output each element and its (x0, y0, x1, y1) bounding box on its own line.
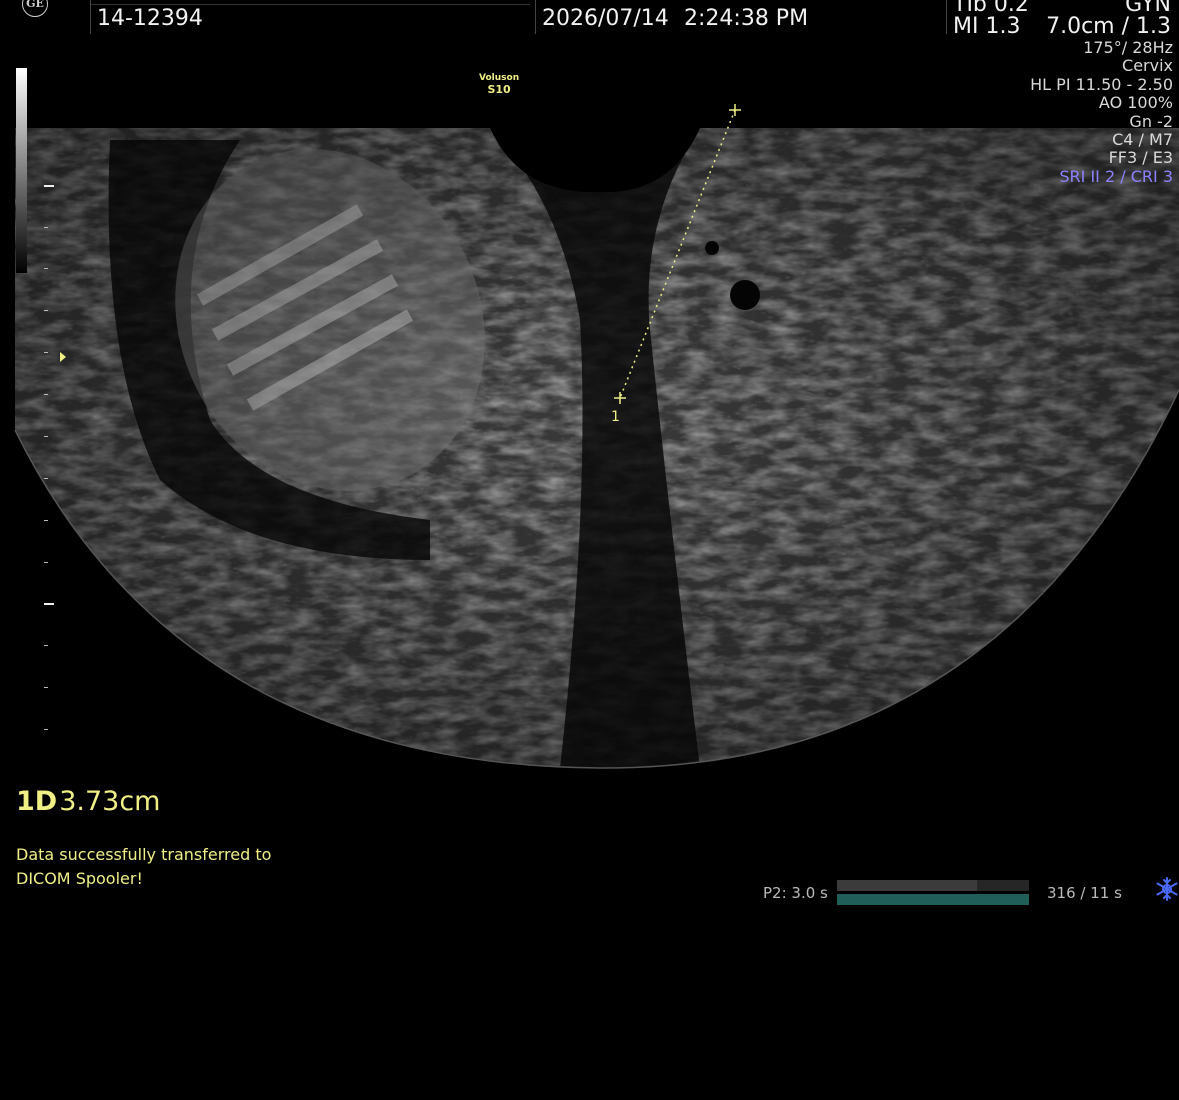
status-line1: Data successfully transferred to (16, 845, 272, 864)
filter-value: FF3 / E3 (1108, 148, 1173, 168)
cine-frame-count: 316 / 11 s (1047, 884, 1122, 902)
ge-logo-icon: GE (22, 0, 48, 17)
sri-value: SRI II 2 / CRI 3 (1059, 166, 1173, 186)
measurement-index: 1 (16, 786, 35, 817)
brand-line1: Voluson (479, 73, 520, 83)
caliper-start-icon[interactable] (729, 104, 741, 116)
measurement-value: 3.73cm (59, 786, 161, 817)
header-divider (90, 4, 530, 5)
measurement-result: 1D3.73cm (16, 786, 160, 817)
status-message: Data successfully transferred to DICOM S… (16, 843, 271, 891)
hl-pi: HL PI 11.50 - 2.50 (1030, 74, 1173, 94)
map-value: C4 / M7 (1112, 130, 1173, 150)
ao-value: AO 100% (1098, 93, 1173, 113)
header-separator (90, 0, 91, 34)
depth-readout: 7.0cm / 1.3 (1046, 14, 1171, 39)
focus-marker-icon[interactable] (60, 352, 66, 362)
preset-name: Cervix (1122, 56, 1173, 76)
exam-time: 2:24:38 PM (684, 6, 809, 31)
caliper-label: 1 (611, 409, 620, 425)
ultrasound-image[interactable]: 1 (0, 0, 1179, 800)
snowflake-icon[interactable] (1154, 876, 1179, 902)
exam-date: 2026/07/14 (542, 6, 669, 31)
gain-value: Gn -2 (1129, 111, 1173, 131)
header-separator (535, 0, 536, 34)
cine-progress-remaining (977, 880, 1029, 891)
mi-readout: MI 1.3 (953, 14, 1021, 39)
cine-buffer-bar[interactable] (837, 894, 1029, 905)
patient-id: 14-12394 (97, 6, 203, 31)
header-bar: GE 14-12394 2026/07/14 2:24:38 PM TIb 0.… (0, 0, 1179, 39)
brand-line2: S10 (487, 83, 511, 96)
imaging-parameters: 175°/ 28Hz Cervix HL PI 11.50 - 2.50 AO … (1030, 38, 1173, 186)
cine-label: P2: 3.0 s (763, 884, 828, 902)
grayscale-bar (16, 68, 27, 273)
status-line2: DICOM Spooler! (16, 869, 143, 888)
brand-label: Voluson S10 (479, 73, 519, 96)
angle-rate: 175°/ 28Hz (1083, 38, 1173, 57)
header-separator (946, 0, 947, 34)
measurement-type: D (34, 786, 58, 817)
